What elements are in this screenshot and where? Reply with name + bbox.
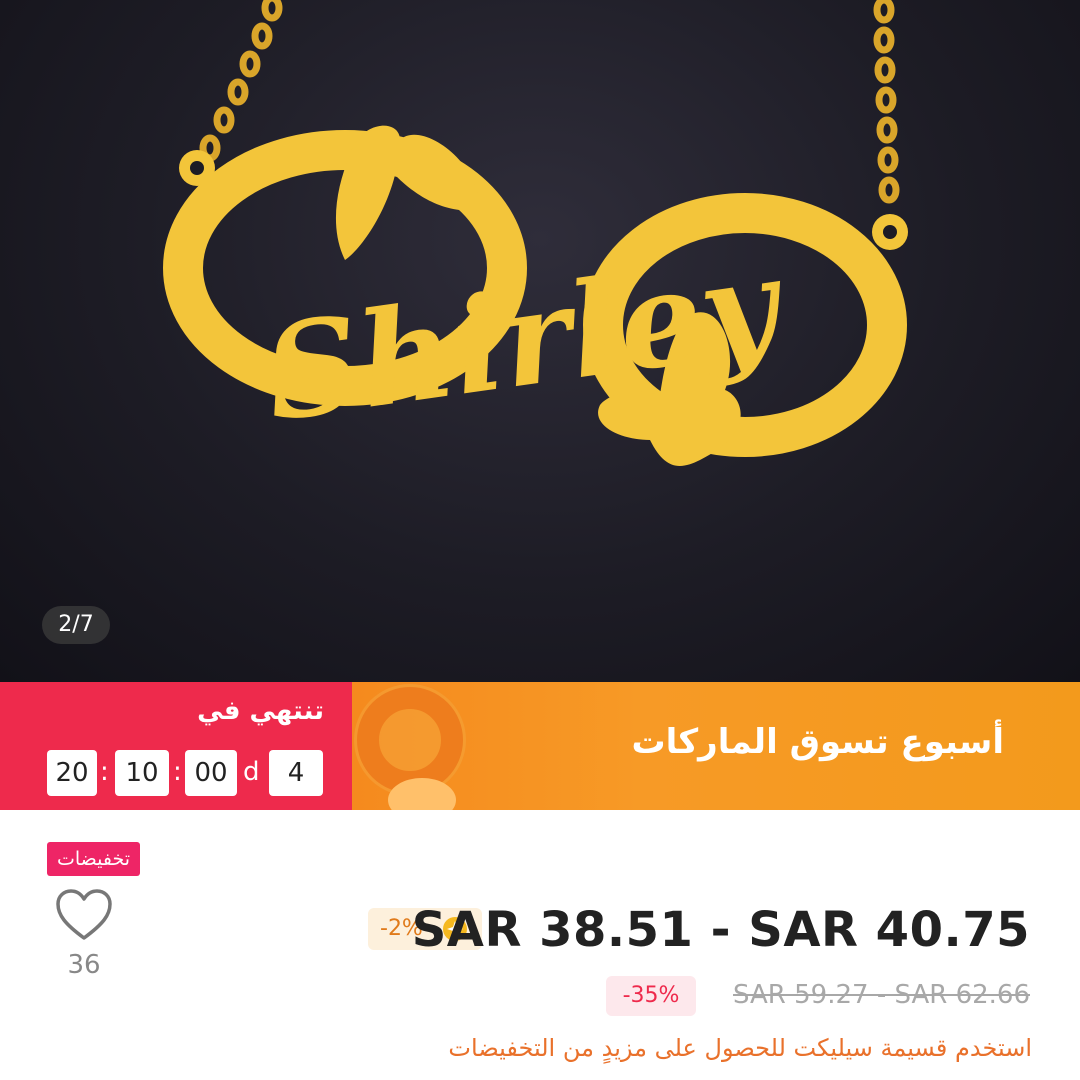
countdown-separator: :	[173, 757, 182, 787]
heart-icon[interactable]	[55, 888, 113, 942]
discount-badge: -35%	[606, 976, 696, 1016]
countdown-panel: تنتهي في 20 : 10 : 00 d 4	[0, 682, 352, 810]
countdown-separator: :	[100, 757, 109, 787]
brand-logo-icon	[354, 684, 466, 810]
campaign-banner[interactable]: تنتهي في 20 : 10 : 00 d 4 أسبوع تسوق الم…	[0, 682, 1080, 810]
campaign-title: أسبوع تسوق الماركات	[631, 722, 1004, 762]
campaign-title-panel[interactable]: أسبوع تسوق الماركات	[352, 682, 1080, 810]
product-image: Shirley	[163, 0, 908, 466]
ends-in-label: تنتهي في	[197, 696, 324, 726]
countdown-days: 4	[269, 750, 323, 796]
countdown-minutes: 10	[115, 750, 169, 796]
coupon-note[interactable]: استخدم قسيمة سيليكت للحصول على مزيدٍ من …	[448, 1034, 1032, 1062]
sale-tag: تخفيضات	[47, 842, 141, 876]
image-page-indicator: 2/7	[42, 606, 110, 644]
product-image-gallery[interactable]: Shirley 2/7	[0, 0, 1080, 682]
price-range: SAR 38.51 - SAR 40.75	[411, 902, 1030, 958]
original-price-range: SAR 59.27 - SAR 62.66	[733, 980, 1030, 1010]
wishlist-count: 36	[67, 950, 101, 980]
countdown-hours: 00	[185, 750, 237, 796]
countdown-seconds: 20	[47, 750, 97, 796]
countdown-days-unit: d	[243, 757, 260, 787]
chain-right	[873, 0, 900, 204]
chain-left	[199, 0, 283, 162]
